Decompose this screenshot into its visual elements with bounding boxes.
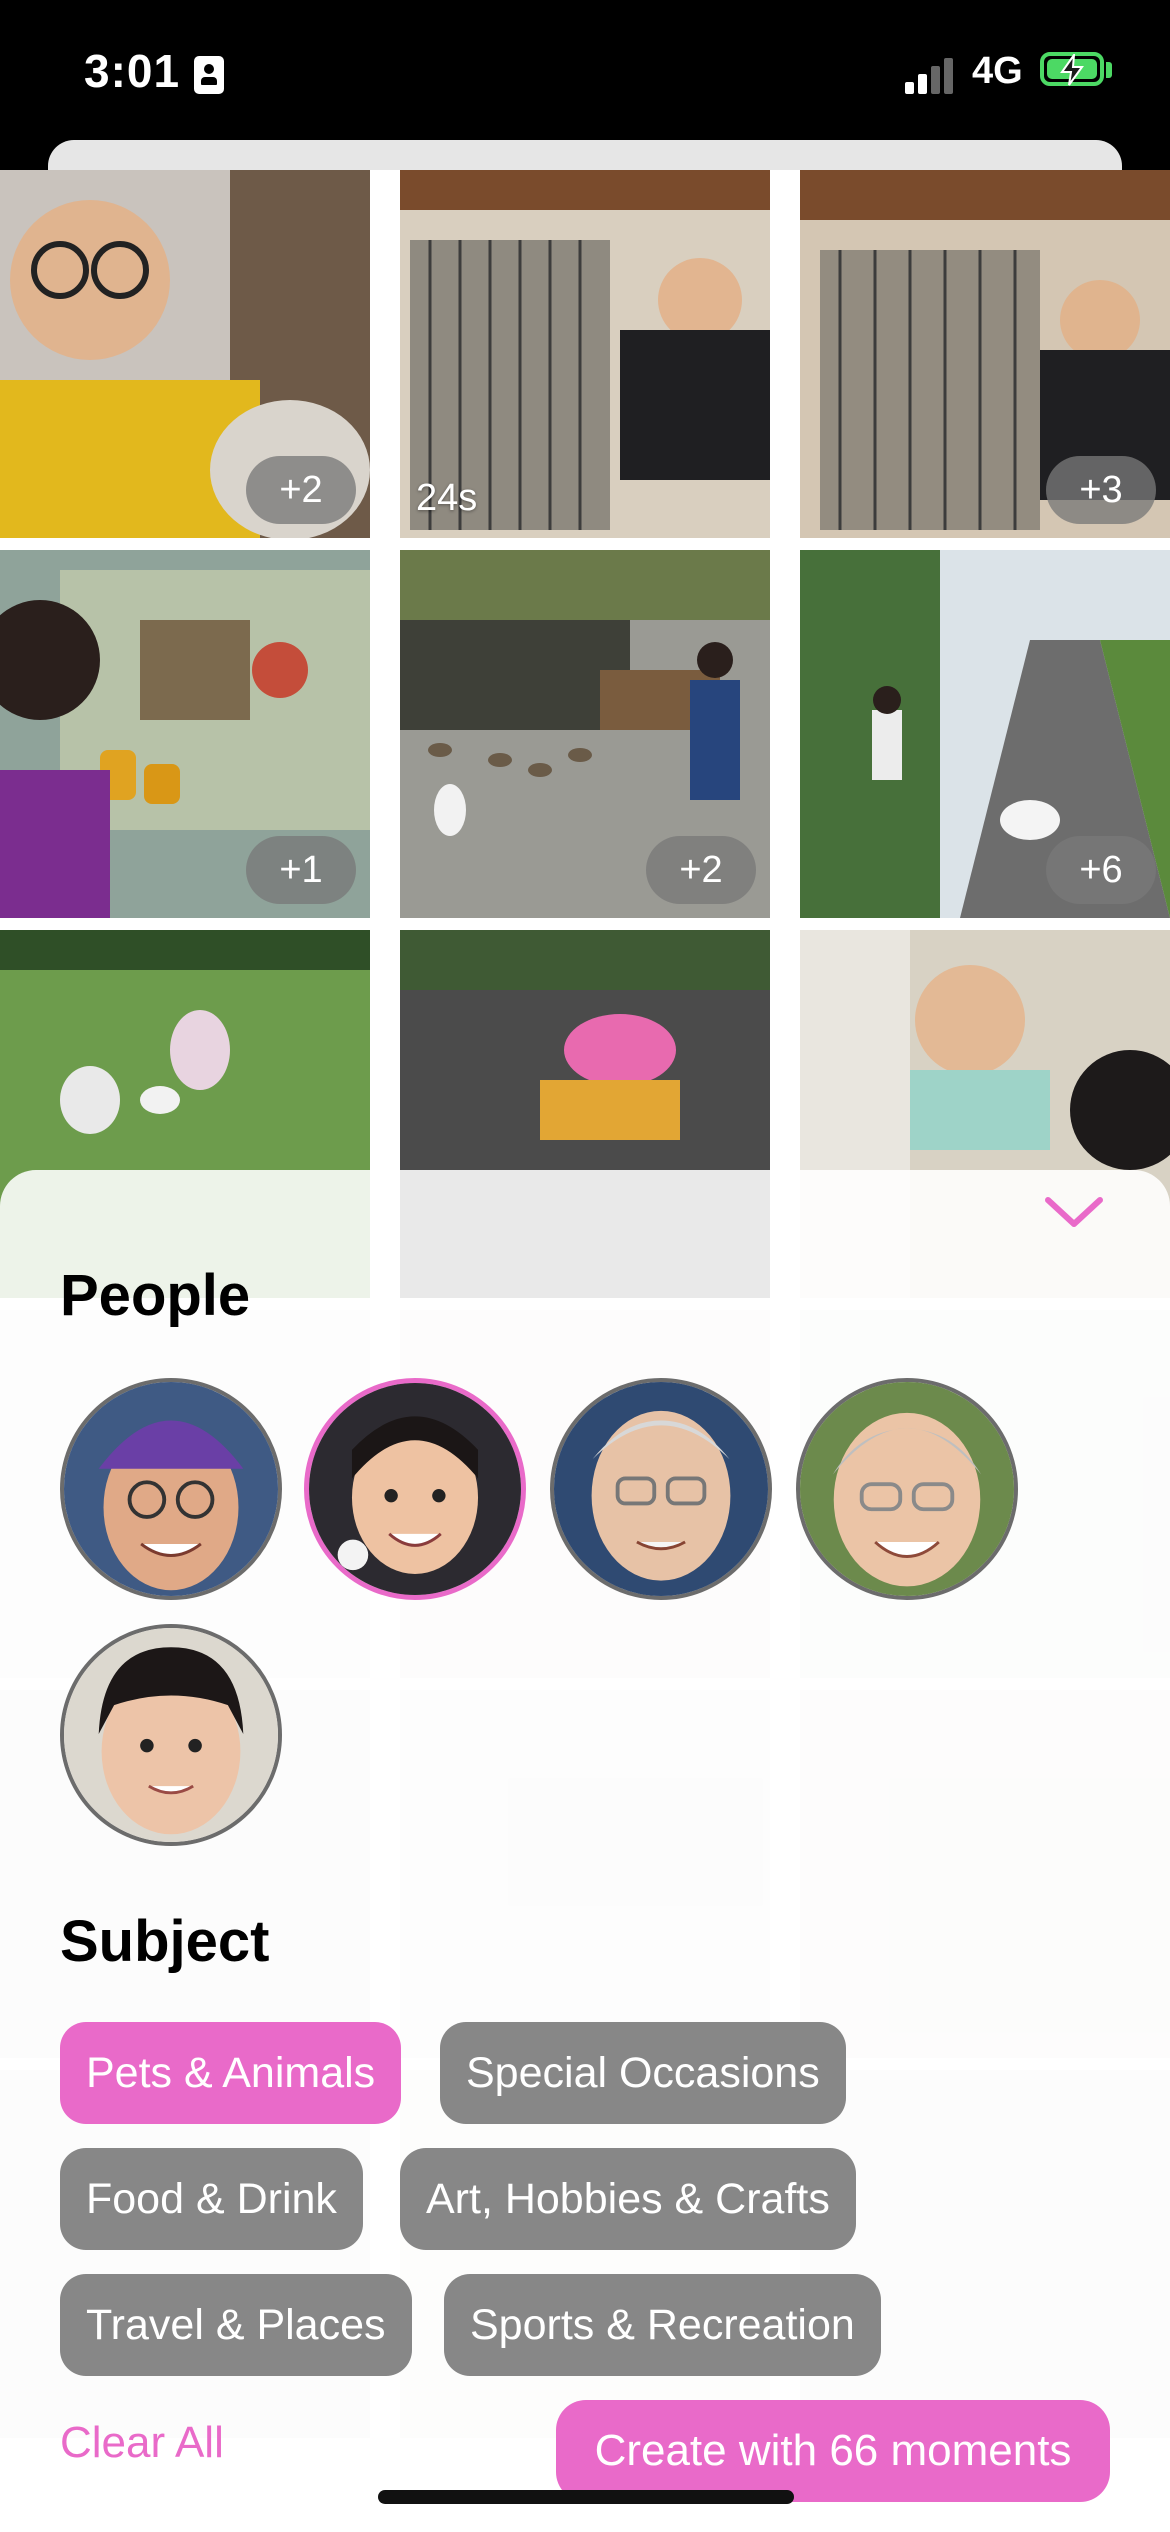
- people-title: People: [60, 1263, 251, 1328]
- person-avatar[interactable]: [60, 1624, 282, 1846]
- create-moments-button[interactable]: Create with 66 moments: [556, 2400, 1110, 2502]
- more-count-badge: +2: [246, 456, 356, 524]
- chip-travel-places[interactable]: Travel & Places: [60, 2274, 412, 2376]
- photo-tile[interactable]: +2: [400, 550, 770, 918]
- woman-bangs-face: [64, 1628, 278, 1842]
- chip-pets-animals[interactable]: Pets & Animals: [60, 2022, 402, 2124]
- man-purple-beanie-face: [64, 1382, 278, 1596]
- person-avatar[interactable]: [796, 1378, 1018, 1600]
- photo-tile[interactable]: +6: [800, 550, 1170, 918]
- chip-special-occasions[interactable]: Special Occasions: [440, 2022, 846, 2124]
- older-woman-glasses-face: [800, 1382, 1014, 1596]
- photo-tile[interactable]: +1: [0, 550, 370, 918]
- photo-tile[interactable]: +3: [800, 170, 1170, 538]
- charging-bolt-icon: [1060, 54, 1084, 86]
- more-count-badge: +2: [646, 836, 756, 904]
- subject-title: Subject: [60, 1909, 270, 1974]
- home-indicator[interactable]: [378, 2490, 794, 2504]
- collapse-chevron-icon[interactable]: [1042, 1190, 1106, 1234]
- girl-smiling-face: [309, 1383, 521, 1595]
- older-man-glasses-face: [554, 1382, 768, 1596]
- person-avatar-selected[interactable]: [304, 1378, 526, 1600]
- photo-tile[interactable]: +2: [0, 170, 370, 538]
- battery-cap: [1106, 62, 1112, 78]
- person-avatar[interactable]: [550, 1378, 772, 1600]
- more-count-badge: +3: [1046, 456, 1156, 524]
- status-bar: 3:01 4G: [0, 0, 1170, 150]
- person-avatar[interactable]: [60, 1378, 282, 1600]
- status-time: 3:01: [84, 45, 181, 97]
- photo-tile[interactable]: 24s: [400, 170, 770, 538]
- network-type: 4G: [972, 50, 1023, 92]
- chip-food-drink[interactable]: Food & Drink: [60, 2148, 363, 2250]
- clear-all-button[interactable]: Clear All: [60, 2418, 224, 2468]
- cellular-signal-icon: [905, 56, 955, 94]
- video-duration: 24s: [416, 477, 478, 519]
- more-count-badge: +1: [246, 836, 356, 904]
- chip-art-hobbies-crafts[interactable]: Art, Hobbies & Crafts: [400, 2148, 856, 2250]
- more-count-badge: +6: [1046, 836, 1156, 904]
- contact-card-icon: [194, 56, 224, 94]
- chip-sports-recreation[interactable]: Sports & Recreation: [444, 2274, 881, 2376]
